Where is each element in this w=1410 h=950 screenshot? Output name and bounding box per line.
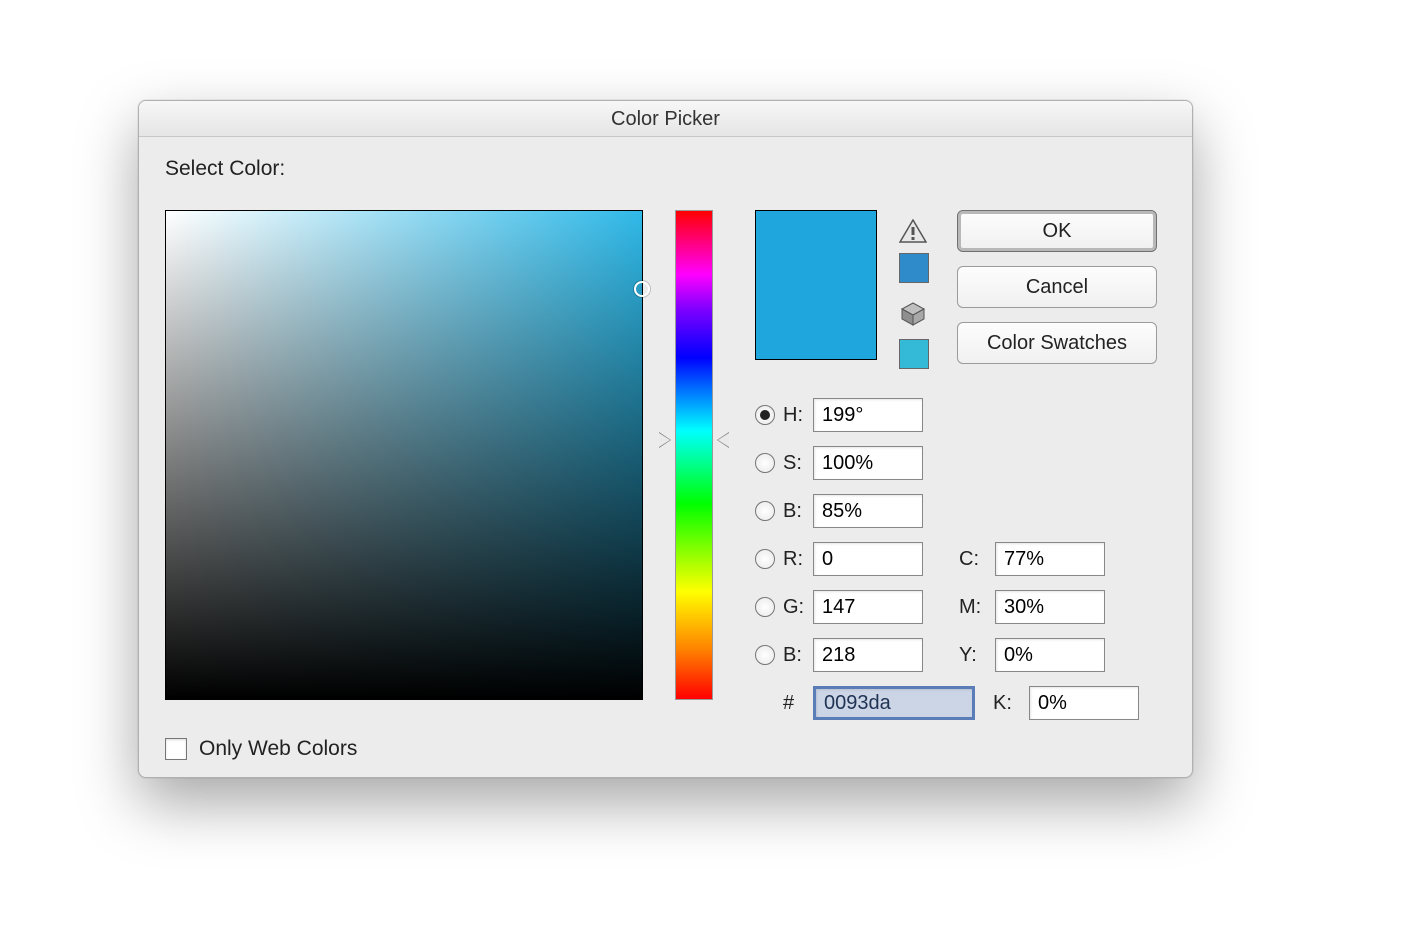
ok-button[interactable]: OK <box>957 210 1157 252</box>
only-web-colors-checkbox[interactable] <box>165 738 187 760</box>
radio-r[interactable] <box>755 549 775 569</box>
label-h: H: <box>783 404 813 427</box>
radio-b[interactable] <box>755 645 775 665</box>
radio-brightness[interactable] <box>755 501 775 521</box>
new-color-swatch <box>756 211 876 359</box>
footer: Only Web Colors <box>165 737 357 761</box>
input-brightness[interactable] <box>813 494 923 528</box>
input-g[interactable] <box>813 590 923 624</box>
radio-g[interactable] <box>755 597 775 617</box>
input-k[interactable] <box>1029 686 1139 720</box>
input-hex[interactable] <box>813 686 975 720</box>
warning-triangle-icon[interactable] <box>899 219 927 243</box>
button-column: OK Cancel Color Swatches <box>957 210 1157 364</box>
dialog-title: Color Picker <box>139 101 1192 137</box>
numeric-fields: H: S: B: R: C: <box>755 391 1160 727</box>
cube-icon[interactable] <box>900 301 926 327</box>
dialog-content: Select Color: <box>139 137 1192 777</box>
label-m: M: <box>959 596 995 619</box>
radio-h[interactable] <box>755 405 775 425</box>
radio-s[interactable] <box>755 453 775 473</box>
label-s: S: <box>783 452 813 475</box>
label-hex: # <box>783 692 813 715</box>
saturation-brightness-field[interactable] <box>165 210 643 700</box>
input-c[interactable] <box>995 542 1105 576</box>
color-preview <box>755 210 877 360</box>
color-field-indicator[interactable] <box>634 281 650 297</box>
hue-arrow-right-icon <box>717 432 729 448</box>
label-r: R: <box>783 548 813 571</box>
only-web-colors-label: Only Web Colors <box>199 737 357 761</box>
select-color-label: Select Color: <box>165 157 1166 181</box>
color-picker-dialog: Color Picker Select Color: <box>138 100 1193 778</box>
cancel-button[interactable]: Cancel <box>957 266 1157 308</box>
label-b: B: <box>783 644 813 667</box>
label-g: G: <box>783 596 813 619</box>
label-c: C: <box>959 548 995 571</box>
input-m[interactable] <box>995 590 1105 624</box>
gamut-warning-swatch[interactable] <box>899 253 929 283</box>
hue-arrow-left-icon <box>659 432 671 448</box>
color-swatches-button[interactable]: Color Swatches <box>957 322 1157 364</box>
label-k: K: <box>993 692 1029 715</box>
input-r[interactable] <box>813 542 923 576</box>
input-b[interactable] <box>813 638 923 672</box>
web-safe-swatch[interactable] <box>899 339 929 369</box>
hue-slider[interactable] <box>675 210 713 700</box>
input-h[interactable] <box>813 398 923 432</box>
input-y[interactable] <box>995 638 1105 672</box>
label-brightness: B: <box>783 500 813 523</box>
input-s[interactable] <box>813 446 923 480</box>
warning-column <box>899 219 935 369</box>
label-y: Y: <box>959 644 995 667</box>
